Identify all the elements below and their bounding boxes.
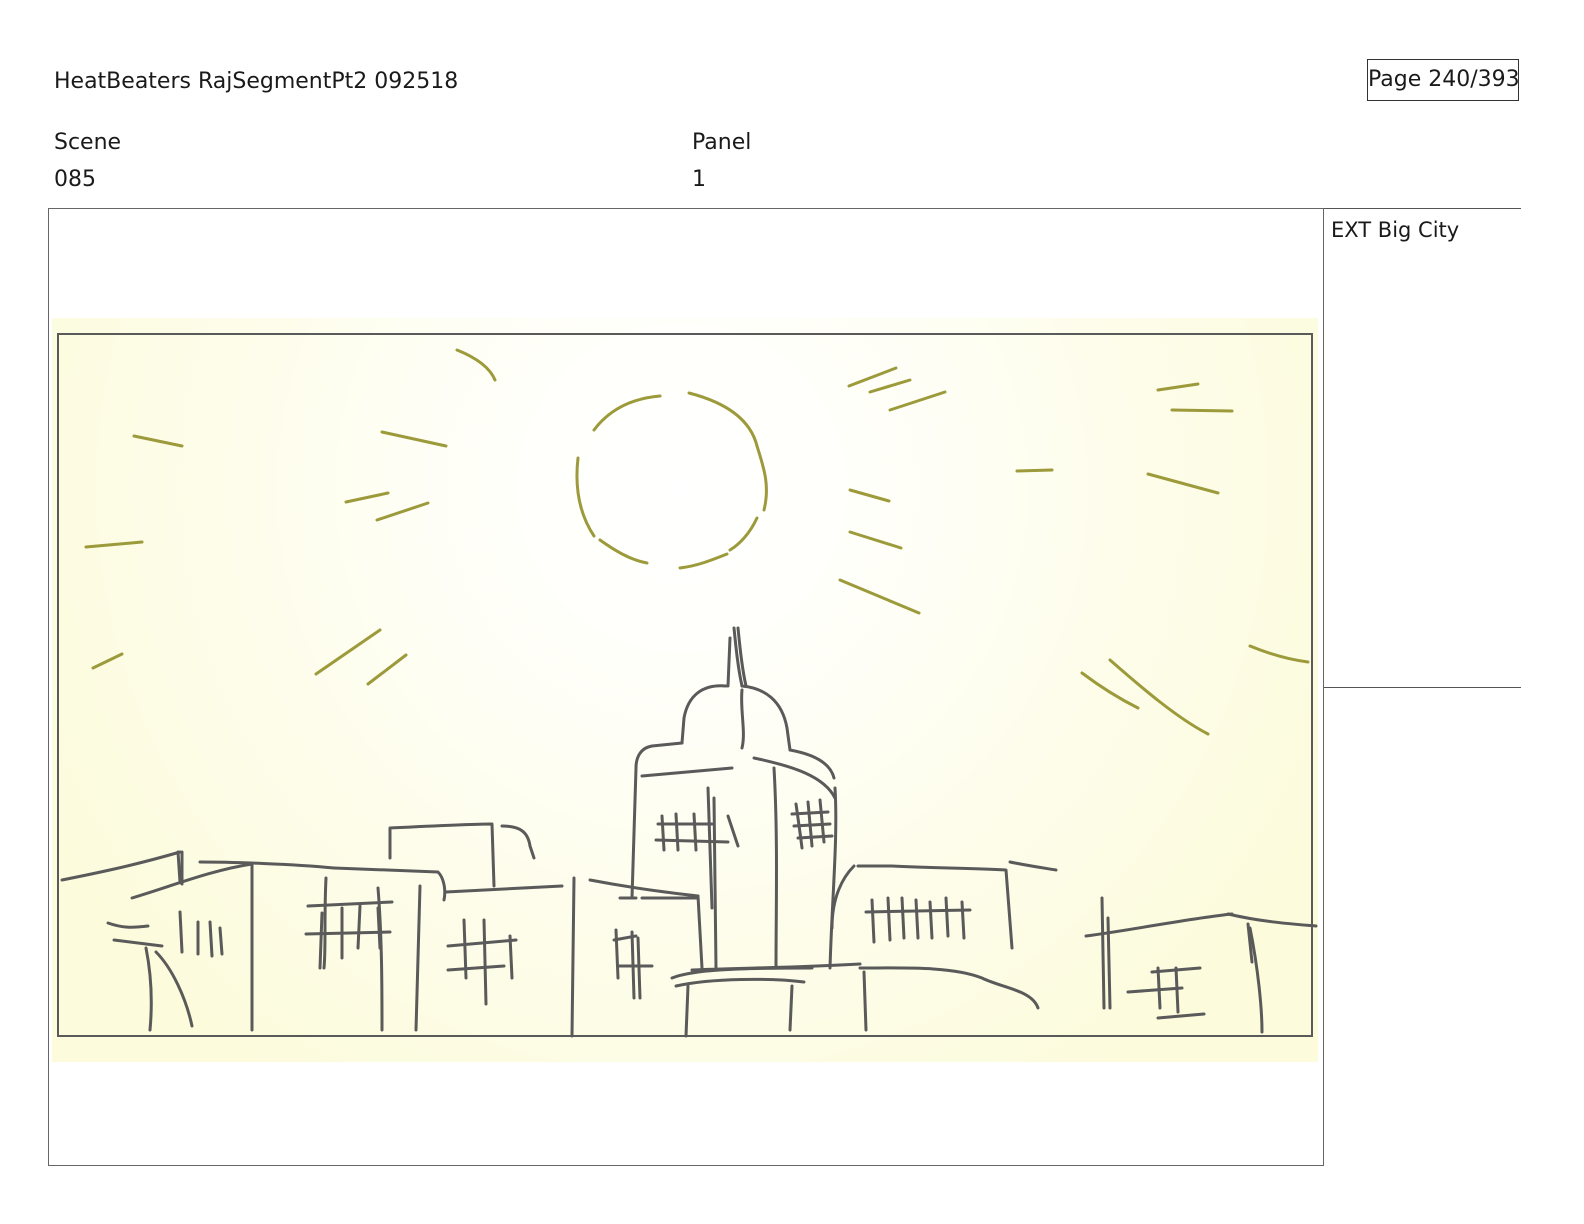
page-indicator: Page 240/393 [1367, 59, 1520, 101]
scene-description: EXT Big City [1331, 218, 1460, 242]
panel-number: 1 [692, 167, 706, 192]
document-title: HeatBeaters RajSegmentPt2 092518 [54, 69, 459, 94]
scene-number: 085 [54, 167, 96, 192]
sketch-background [52, 318, 1318, 1062]
notes-divider-top [1324, 208, 1521, 209]
panel-label: Panel [692, 130, 752, 155]
storyboard-sketch [52, 318, 1318, 1062]
scene-label: Scene [54, 130, 122, 155]
notes-divider-bottom [1324, 687, 1521, 688]
